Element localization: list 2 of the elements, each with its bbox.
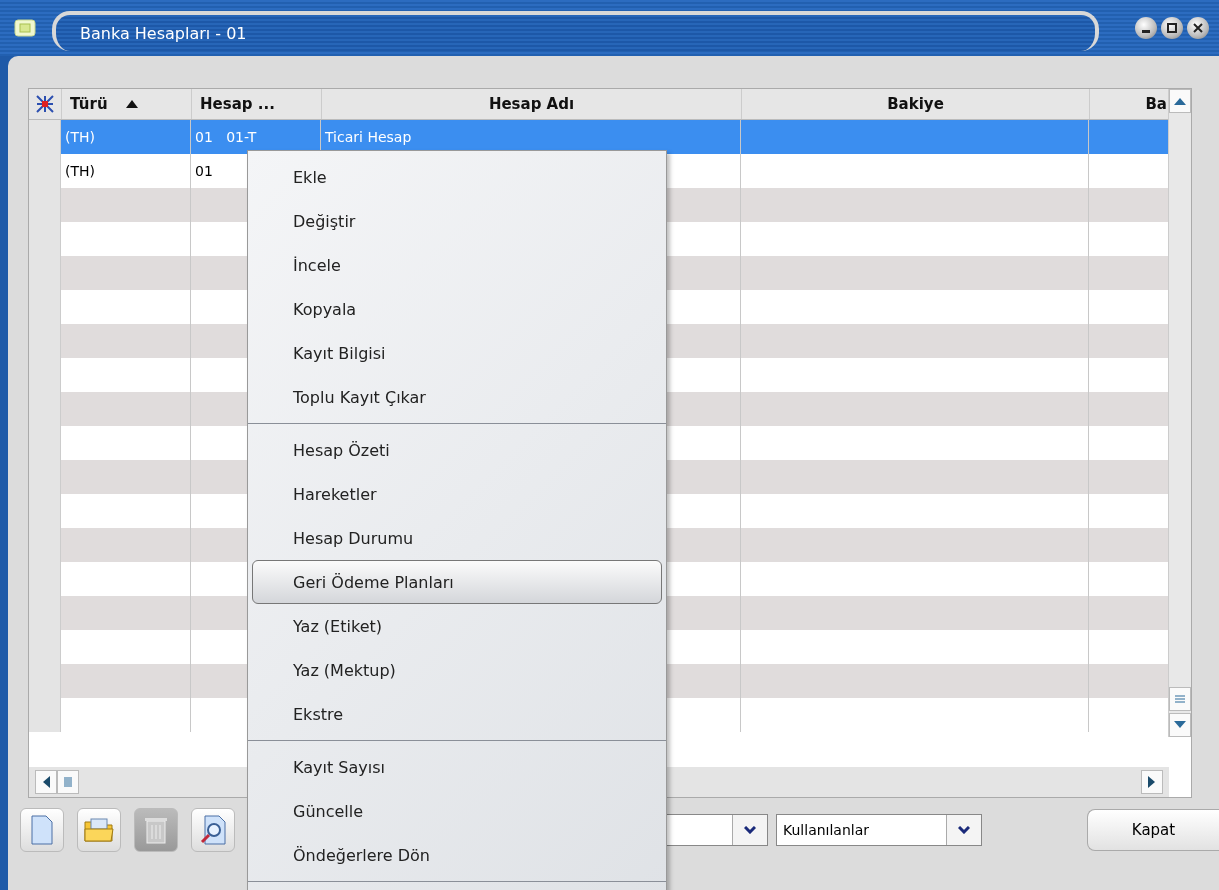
table-cell: (TH) [61, 120, 191, 154]
window-title: Banka Hesapları - 01 [52, 11, 1099, 51]
